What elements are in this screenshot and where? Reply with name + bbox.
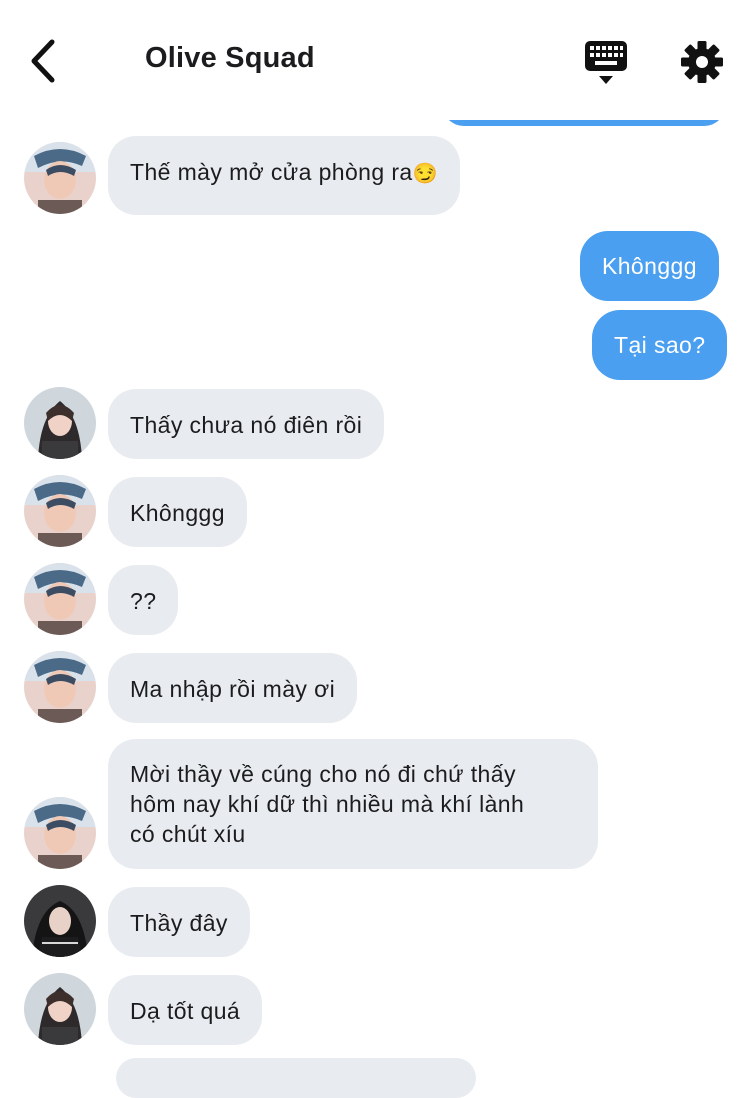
message-line: Mời thầy về cúng cho nó đi chứ thấy bbox=[130, 761, 516, 787]
avatar-user-a[interactable] bbox=[24, 142, 96, 214]
incoming-message-bubble[interactable]: Mời thầy về cúng cho nó đi chứ thấy hôm … bbox=[108, 739, 598, 869]
message-text: Thấy chưa nó điên rồi bbox=[130, 412, 363, 438]
incoming-message-bubble[interactable]: Thầy đây bbox=[108, 887, 250, 957]
message-text: Dạ tốt quá bbox=[130, 998, 241, 1024]
avatar-user-a[interactable] bbox=[24, 651, 96, 723]
avatar-user-a[interactable] bbox=[24, 563, 96, 635]
message-text: ?? bbox=[130, 588, 157, 614]
avatar-user-a[interactable] bbox=[24, 797, 96, 869]
chat-title: Olive Squad bbox=[145, 42, 315, 74]
incoming-message-bubble-partial[interactable] bbox=[116, 1058, 476, 1098]
message-text: Khônggg bbox=[602, 253, 697, 279]
message-text: Khônggg bbox=[130, 500, 225, 526]
avatar-user-a[interactable] bbox=[24, 475, 96, 547]
message-text: Ma nhập rồi mày ơi bbox=[130, 676, 336, 702]
message-text: Thế mày mở cửa phòng ra bbox=[130, 159, 413, 185]
chat-header: Olive Squad bbox=[0, 0, 750, 120]
message-line: có chút xíu bbox=[130, 821, 246, 847]
incoming-message-bubble[interactable]: Thế mày mở cửa phòng ra😏 bbox=[108, 136, 460, 215]
incoming-message-bubble[interactable]: Thấy chưa nó điên rồi bbox=[108, 389, 385, 459]
outgoing-message-bubble[interactable]: Tại sao? bbox=[592, 310, 728, 380]
settings-button[interactable] bbox=[680, 40, 724, 84]
keyboard-icon bbox=[585, 41, 627, 84]
incoming-message-bubble[interactable]: Khônggg bbox=[108, 477, 247, 547]
back-button[interactable] bbox=[26, 38, 66, 84]
gear-icon bbox=[681, 41, 723, 83]
incoming-message-bubble[interactable]: ?? bbox=[108, 565, 179, 635]
avatar-user-b[interactable] bbox=[24, 973, 96, 1045]
incoming-message-bubble[interactable]: Ma nhập rồi mày ơi bbox=[108, 653, 358, 723]
avatar-user-c[interactable] bbox=[24, 885, 96, 957]
chevron-left-icon bbox=[31, 39, 55, 83]
keyboard-button[interactable] bbox=[584, 40, 628, 86]
message-text: Tại sao? bbox=[614, 332, 706, 358]
outgoing-message-bubble[interactable]: Khônggg bbox=[580, 231, 719, 301]
incoming-message-bubble[interactable]: Dạ tốt quá bbox=[108, 975, 263, 1045]
message-text: Thầy đây bbox=[130, 910, 228, 936]
avatar-user-b[interactable] bbox=[24, 387, 96, 459]
message-line: hôm nay khí dữ thì nhiều mà khí lành bbox=[130, 791, 525, 817]
smirk-emoji: 😏 bbox=[412, 163, 438, 185]
